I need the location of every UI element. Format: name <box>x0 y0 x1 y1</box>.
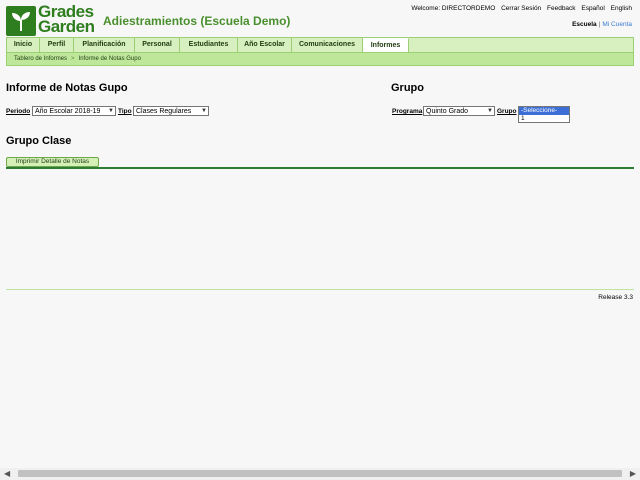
app-title: Adiestramientos (Escuela Demo) <box>103 14 291 28</box>
tipo-label: Tipo <box>118 108 132 115</box>
espanol-link[interactable]: Español <box>581 5 605 12</box>
main-nav: Inicio Perfil Planificación Personal Est… <box>6 37 634 53</box>
sprout-icon <box>6 6 36 36</box>
mi-cuenta-link[interactable]: Mi Cuenta <box>602 21 632 28</box>
tipo-value: Clases Regulares <box>136 108 192 115</box>
report-title: Informe de Notas Gupo <box>6 82 128 94</box>
feedback-link[interactable]: Feedback <box>547 5 576 12</box>
scrollbar-thumb[interactable] <box>18 470 622 477</box>
breadcrumb: Tablero de Informes > Informe de Notas Gup… <box>6 52 634 66</box>
breadcrumb-arrow: > <box>71 56 75 62</box>
nav-inicio[interactable]: Inicio <box>7 38 40 52</box>
english-link[interactable]: English <box>611 5 632 12</box>
periodo-value: Año Escolar 2018-19 <box>35 108 101 115</box>
grades-garden-logo[interactable]: Grades Garden <box>6 2 95 36</box>
breadcrumb-current: Informe de Notas Gupo <box>78 56 141 62</box>
nav-informes[interactable]: Informes <box>363 38 409 53</box>
footer-divider <box>6 289 634 290</box>
nav-personal[interactable]: Personal <box>135 38 180 52</box>
logout-link[interactable]: Cerrar Sesión <box>501 5 541 12</box>
programa-label: Programa <box>392 108 423 115</box>
welcome-text: Welcome: DIRECTORDEMO <box>411 5 496 12</box>
programa-select[interactable]: Quinto Grado ▼ <box>423 106 495 116</box>
scroll-left-icon[interactable]: ◀ <box>4 468 10 480</box>
periodo-label: Periodo <box>6 108 31 115</box>
print-grade-detail-button[interactable]: Imprimir Detalle de Notas <box>6 157 99 167</box>
nav-estudiantes[interactable]: Estudiantes <box>180 38 238 52</box>
grupo-listbox[interactable]: -Seleccione- 1 <box>518 106 570 123</box>
escuela-link[interactable]: Escuela <box>572 21 597 28</box>
programa-value: Quinto Grado <box>426 108 469 115</box>
grupo-title: Grupo <box>391 82 424 94</box>
grupo-label: Grupo <box>497 108 517 115</box>
account-links: Escuela | Mi Cuenta <box>572 21 632 28</box>
brand-wordmark: Grades Garden <box>38 2 95 36</box>
release-version: Release 3.3 <box>598 294 633 301</box>
section-divider <box>6 167 634 169</box>
nav-ano-escolar[interactable]: Año Escolar <box>238 38 292 52</box>
chevron-down-icon: ▼ <box>201 108 207 114</box>
scroll-right-icon[interactable]: ▶ <box>630 468 636 480</box>
chevron-down-icon: ▼ <box>108 108 114 114</box>
chevron-down-icon: ▼ <box>487 108 493 114</box>
top-links: Welcome: DIRECTORDEMO Cerrar Sesión Feed… <box>407 5 632 12</box>
tipo-select[interactable]: Clases Regulares ▼ <box>133 106 209 116</box>
nav-planificacion[interactable]: Planificación <box>74 38 135 52</box>
nav-comunicaciones[interactable]: Comunicaciones <box>292 38 363 52</box>
breadcrumb-parent[interactable]: Tablero de Informes <box>14 56 67 62</box>
periodo-select[interactable]: Año Escolar 2018-19 ▼ <box>32 106 116 116</box>
horizontal-scrollbar[interactable]: ◀ ▶ <box>0 468 640 480</box>
nav-perfil[interactable]: Perfil <box>40 38 74 52</box>
grupo-option-1[interactable]: 1 <box>519 115 569 123</box>
separator: | <box>598 21 601 28</box>
grupo-clase-title: Grupo Clase <box>6 135 72 147</box>
grupo-option-seleccione[interactable]: -Seleccione- <box>519 107 569 115</box>
